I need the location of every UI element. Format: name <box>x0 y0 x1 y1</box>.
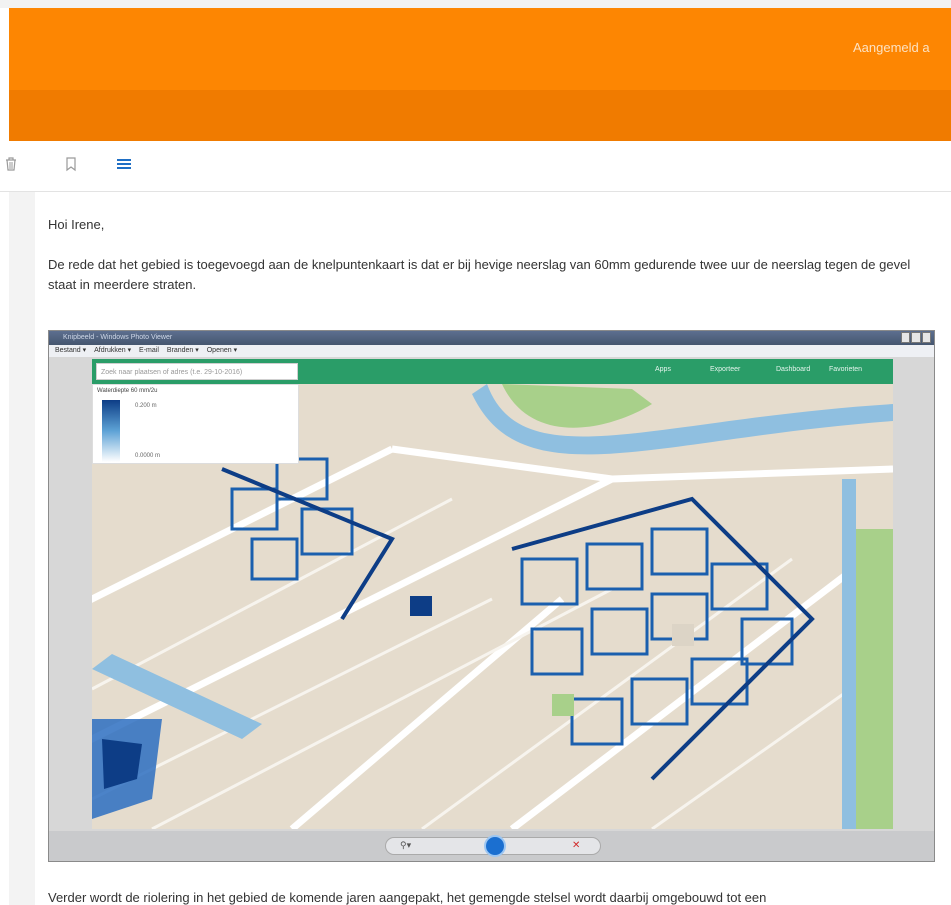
top-strip <box>0 0 951 8</box>
menu-item: Openen ▾ <box>206 347 238 354</box>
viewer-controls: ⚲▾ ✕ <box>49 831 934 861</box>
map-search-input[interactable]: Zoek naar plaatsen of adres (t.e. 29-10-… <box>96 363 298 380</box>
legend-max-value: 0.200 m <box>135 403 157 409</box>
favorites-button[interactable]: Favorieten <box>829 366 862 373</box>
left-gutter <box>9 192 35 905</box>
message-toolbar <box>0 141 951 192</box>
menu-item: E-mail <box>139 347 159 354</box>
slideshow-button[interactable] <box>484 835 506 857</box>
email-body: Hoi Irene, De rede dat het gebied is toe… <box>48 215 938 295</box>
export-button[interactable]: Exporteer <box>710 366 740 373</box>
paragraph-2: Verder wordt de riolering in het gebied … <box>48 890 767 905</box>
menu-item: Branden ▾ <box>166 347 199 354</box>
header-bar <box>9 8 951 90</box>
menu-item: Bestand ▾ <box>55 347 87 354</box>
window-controls <box>901 332 931 343</box>
legend-min-value: 0.0000 m <box>135 453 161 459</box>
bookmark-icon[interactable] <box>60 153 82 175</box>
trash-icon[interactable] <box>0 153 22 175</box>
signed-in-text[interactable]: Aangemeld a <box>853 40 930 55</box>
menu-item: Afdrukken ▾ <box>94 347 132 354</box>
viewer-control-pill: ⚲▾ ✕ <box>385 835 601 857</box>
menu-icon[interactable] <box>113 153 135 175</box>
delete-icon[interactable]: ✕ <box>572 840 580 851</box>
map-legend: Waterdiepte 60 mm/2u 0.200 m 0.0000 m <box>92 384 299 464</box>
window-title: Knipbeeld - Windows Photo Viewer <box>49 331 934 345</box>
greeting: Hoi Irene, <box>48 217 105 232</box>
map-view: Apps Exporteer Dashboard Favorieten Zoek… <box>92 359 893 829</box>
legend-gradient <box>102 400 120 462</box>
zoom-icon[interactable]: ⚲▾ <box>400 840 411 851</box>
apps-button[interactable]: Apps <box>655 366 671 373</box>
paragraph-1: De rede dat het gebied is toegevoegd aan… <box>48 257 911 292</box>
window-menu: Bestand ▾ Afdrukken ▾ E-mail Branden ▾ O… <box>49 345 934 357</box>
header-subbar <box>9 90 951 141</box>
embedded-screenshot[interactable]: Knipbeeld - Windows Photo Viewer Bestand… <box>48 330 935 862</box>
dashboard-button[interactable]: Dashboard <box>776 366 810 373</box>
legend-title: Waterdiepte 60 mm/2u <box>97 388 158 394</box>
